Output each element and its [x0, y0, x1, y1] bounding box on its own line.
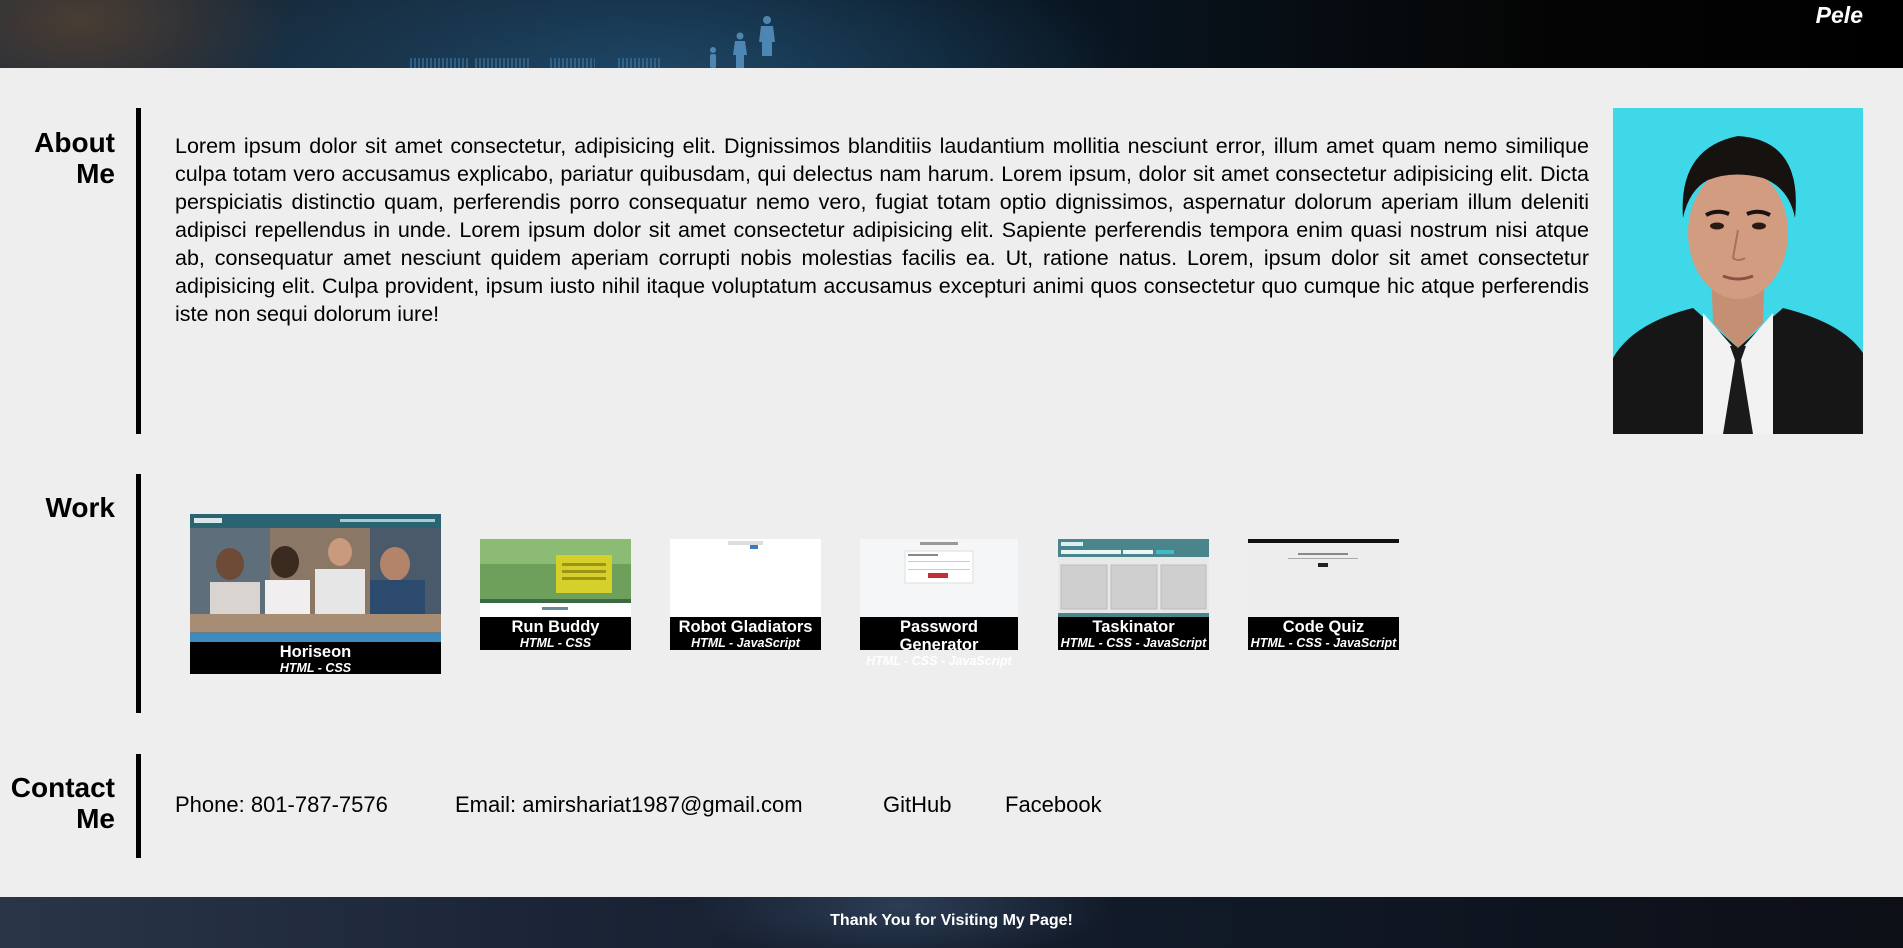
header-bars-graphic	[475, 58, 530, 68]
project-name: Password Generator	[899, 618, 979, 654]
project-card-run-buddy[interactable]: Run Buddy HTML - CSS	[480, 539, 631, 650]
project-name: Horiseon	[279, 643, 352, 661]
section-divider	[136, 474, 141, 713]
site-header: Pele	[0, 0, 1903, 68]
project-thumbnail	[860, 539, 1018, 619]
project-tech: HTML - CSS	[279, 661, 352, 675]
about-heading-line1: About	[34, 127, 115, 158]
project-name: Taskinator	[1092, 618, 1175, 636]
header-bars-graphic	[618, 58, 660, 68]
project-name: Robot Gladiators	[678, 618, 813, 636]
project-card-horiseon[interactable]: Horiseon HTML - CSS	[190, 514, 441, 675]
about-heading-line2: Me	[76, 158, 115, 189]
project-name: Code Quiz	[1282, 618, 1365, 636]
about-heading: About Me	[5, 127, 115, 189]
project-card-code-quiz[interactable]: Code Quiz HTML - CSS - JavaScript	[1248, 539, 1399, 650]
project-name: Run Buddy	[511, 618, 600, 636]
project-caption: Taskinator HTML - CSS - JavaScript	[1058, 617, 1209, 650]
work-section: Work Horiseon HTML - CSS Run Buddy HTML …	[0, 474, 1903, 713]
project-caption: Run Buddy HTML - CSS	[480, 617, 631, 650]
project-card-password-generator[interactable]: Password Generator HTML - CSS - JavaScri…	[860, 539, 1018, 668]
contact-heading-line2: Me	[76, 803, 115, 834]
about-text: Lorem ipsum dolor sit amet consectetur, …	[175, 134, 1589, 326]
project-caption: Robot Gladiators HTML - JavaScript	[670, 617, 821, 650]
github-link[interactable]: GitHub	[883, 792, 951, 818]
project-tech: HTML - CSS - JavaScript	[1060, 636, 1207, 650]
project-caption: Horiseon HTML - CSS	[190, 642, 441, 675]
contact-heading-line1: Contact	[10, 772, 115, 803]
project-card-taskinator[interactable]: Taskinator HTML - CSS - JavaScript	[1058, 539, 1209, 650]
people-figures-graphic	[710, 16, 775, 68]
header-bars-graphic	[550, 58, 595, 68]
project-thumbnail	[670, 539, 821, 619]
site-footer: Thank You for Visiting My Page!	[0, 897, 1903, 948]
project-tech: HTML - CSS	[519, 636, 592, 650]
work-heading: Work	[45, 492, 116, 523]
about-section: About Me Lorem ipsum dolor sit amet cons…	[0, 108, 1903, 434]
footer-text: Thank You for Visiting My Page!	[830, 912, 1073, 929]
project-tech: HTML - JavaScript	[691, 636, 800, 650]
section-divider	[136, 108, 141, 434]
profile-photo	[1613, 108, 1863, 434]
project-tech: HTML - CSS - JavaScript	[866, 654, 1012, 668]
project-thumbnail	[480, 539, 631, 619]
project-caption: Password Generator HTML - CSS - JavaScri…	[860, 617, 1018, 668]
project-thumbnail	[190, 514, 441, 642]
project-caption: Code Quiz HTML - CSS - JavaScript	[1248, 617, 1399, 650]
brand-name[interactable]: Pele	[1816, 2, 1863, 29]
header-bars-graphic	[410, 58, 470, 68]
project-card-robot-gladiators[interactable]: Robot Gladiators HTML - JavaScript	[670, 539, 821, 650]
contact-section: Contact Me Phone: 801-787-7576 Email: am…	[0, 754, 1903, 858]
contact-email-link[interactable]: Email: amirshariat1987@gmail.com	[455, 792, 803, 818]
project-tech: HTML - CSS - JavaScript	[1250, 636, 1397, 650]
contact-phone: Phone: 801-787-7576	[175, 792, 388, 817]
facebook-link[interactable]: Facebook	[1005, 792, 1102, 818]
project-thumbnail	[1248, 539, 1399, 619]
project-thumbnail	[1058, 539, 1209, 619]
contact-heading: Contact Me	[0, 772, 115, 834]
section-divider	[136, 754, 141, 858]
